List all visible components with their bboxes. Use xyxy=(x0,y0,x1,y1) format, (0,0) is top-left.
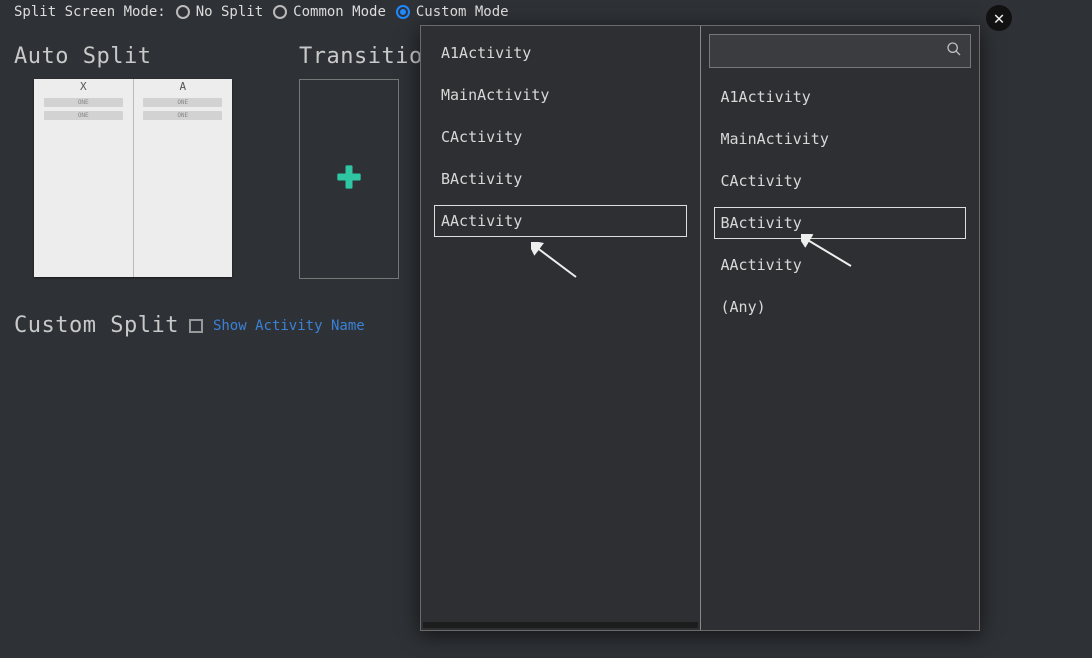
show-activity-name-link[interactable]: Show Activity Name xyxy=(213,318,365,334)
close-icon: ✕ xyxy=(994,8,1005,29)
split-mode-label: Split Screen Mode: xyxy=(14,4,166,20)
radio-icon xyxy=(396,5,410,19)
scrollbar-track[interactable] xyxy=(423,622,698,628)
radio-label: Custom Mode xyxy=(416,4,509,20)
preview-right: A ONE ONE xyxy=(134,79,233,277)
activity-list-right-column: A1ActivityMainActivityCActivityBActivity… xyxy=(701,26,980,630)
preview-bar: ONE xyxy=(44,98,123,107)
radio-label: Common Mode xyxy=(293,4,386,20)
activity-search-row xyxy=(709,34,972,68)
add-transition-card[interactable] xyxy=(299,79,399,279)
list-item[interactable]: CActivity xyxy=(701,160,980,202)
list-item[interactable]: A1Activity xyxy=(701,76,980,118)
activity-list-left-column: A1ActivityMainActivityCActivityBActivity… xyxy=(421,26,701,630)
list-item[interactable]: A1Activity xyxy=(421,32,700,74)
preview-bar: ONE xyxy=(143,111,222,120)
list-item[interactable]: CActivity xyxy=(421,116,700,158)
preview-bar: ONE xyxy=(143,98,222,107)
list-item[interactable]: BActivity xyxy=(421,158,700,200)
radio-no-split[interactable]: No Split xyxy=(176,4,263,20)
activity-picker-modal: A1ActivityMainActivityCActivityBActivity… xyxy=(420,25,980,631)
list-item[interactable]: MainActivity xyxy=(701,118,980,160)
preview-right-header: A xyxy=(134,79,233,94)
search-icon xyxy=(946,41,962,61)
auto-split-preview[interactable]: X ONE ONE A ONE ONE xyxy=(34,79,232,277)
transition-heading: Transition xyxy=(299,44,429,69)
auto-split-heading: Auto Split xyxy=(14,44,259,69)
list-item[interactable]: MainActivity xyxy=(421,74,700,116)
radio-icon xyxy=(176,5,190,19)
list-item[interactable]: AActivity xyxy=(429,200,692,242)
list-item[interactable]: (Any) xyxy=(701,286,980,328)
radio-custom-mode[interactable]: Custom Mode xyxy=(396,4,509,20)
split-mode-row: Split Screen Mode: No Split Common Mode … xyxy=(0,0,1092,24)
activity-list-right[interactable]: A1ActivityMainActivityCActivityBActivity… xyxy=(701,70,980,630)
list-item[interactable]: BActivity xyxy=(709,202,972,244)
preview-left-header: X xyxy=(34,79,133,94)
activity-list-left[interactable]: A1ActivityMainActivityCActivityBActivity… xyxy=(421,26,700,622)
plus-icon xyxy=(335,163,363,196)
activity-search-input[interactable] xyxy=(718,43,947,59)
list-item[interactable]: AActivity xyxy=(701,244,980,286)
radio-label: No Split xyxy=(196,4,263,20)
radio-common-mode[interactable]: Common Mode xyxy=(273,4,386,20)
close-button[interactable]: ✕ xyxy=(986,5,1012,31)
preview-left: X ONE ONE xyxy=(34,79,134,277)
preview-bar: ONE xyxy=(44,111,123,120)
radio-icon xyxy=(273,5,287,19)
custom-split-heading: Custom Split xyxy=(14,313,179,338)
show-activity-checkbox[interactable] xyxy=(189,319,203,333)
